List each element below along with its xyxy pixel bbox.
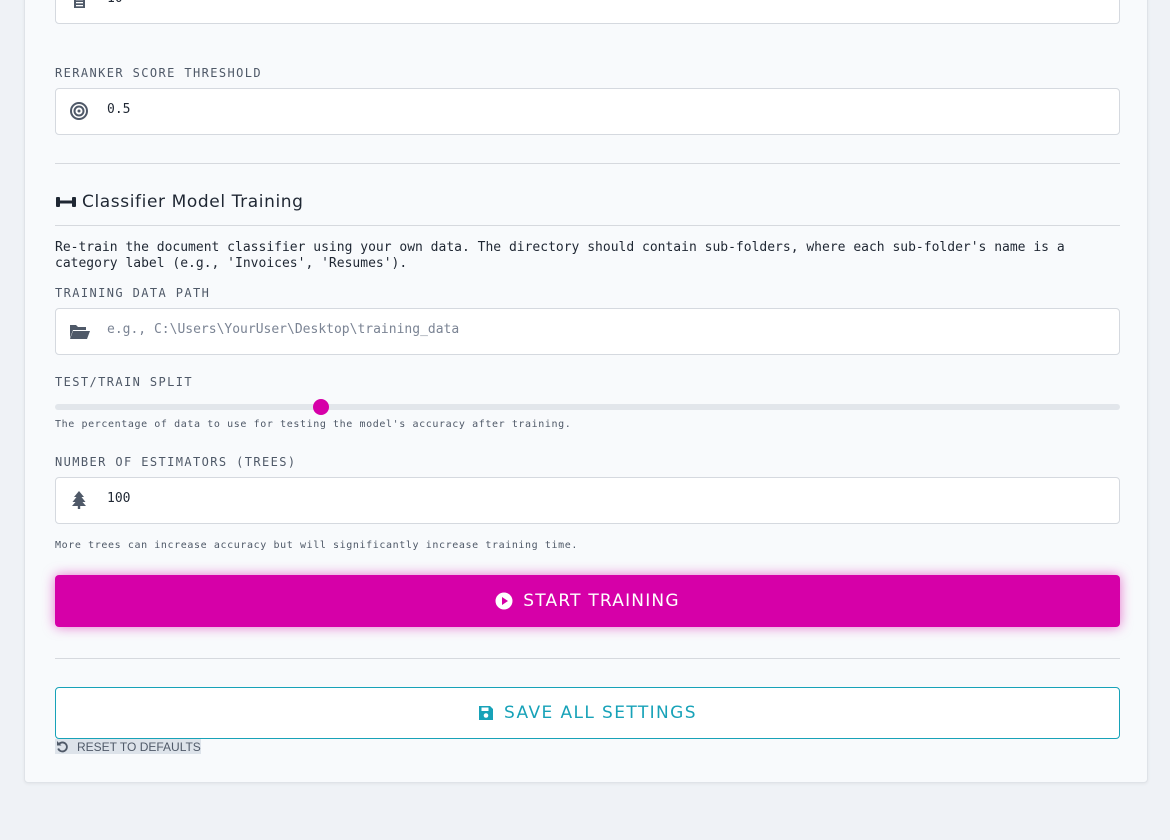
training-description: Re-train the document classifier using y…: [55, 240, 1065, 271]
reset-to-defaults-button[interactable]: RESET TO DEFAULTS: [55, 739, 201, 754]
floppy-disk-icon: [479, 706, 494, 720]
estimators-label: NUMBER OF ESTIMATORS (TREES): [55, 455, 297, 469]
dumbbell-icon: [56, 197, 76, 207]
reset-to-defaults-label: RESET TO DEFAULTS: [77, 739, 201, 754]
split-slider-thumb[interactable]: [313, 399, 330, 415]
file-icon: [74, 0, 85, 8]
reranker-label: RERANKER SCORE THRESHOLD: [55, 66, 262, 80]
split-label: TEST/TRAIN SPLIT: [55, 375, 193, 389]
settings-panel: RERANKER SCORE THRESHOLD Classifier Mode…: [24, 0, 1148, 783]
estimators-field[interactable]: [55, 477, 1120, 524]
top-number-field[interactable]: [55, 0, 1120, 24]
training-section-title: Classifier Model Training: [55, 192, 304, 212]
reranker-input[interactable]: [107, 102, 1097, 117]
save-all-settings-label: SAVE ALL SETTINGS: [504, 703, 697, 723]
play-circle-icon: [495, 592, 513, 610]
top-number-input[interactable]: [107, 0, 1097, 6]
estimators-hint: More trees can increase accuracy but wil…: [55, 540, 579, 551]
section-title-text: Classifier Model Training: [82, 192, 304, 212]
training-data-path-field[interactable]: [55, 308, 1120, 355]
title-underline: [55, 225, 1120, 226]
folder-open-icon: [70, 325, 90, 339]
estimators-input[interactable]: [107, 491, 1097, 506]
undo-icon: [57, 741, 68, 753]
tree-icon: [72, 491, 86, 509]
start-training-button[interactable]: START TRAINING: [55, 575, 1120, 627]
training-data-path-label: TRAINING DATA PATH: [55, 286, 211, 300]
section-divider: [55, 163, 1120, 164]
split-slider[interactable]: [55, 399, 1120, 415]
start-training-label: START TRAINING: [523, 591, 680, 611]
training-data-path-input[interactable]: [107, 322, 1097, 337]
reranker-field[interactable]: [55, 88, 1120, 135]
target-icon: [70, 102, 88, 120]
actions-divider: [55, 658, 1120, 659]
save-all-settings-button[interactable]: SAVE ALL SETTINGS: [55, 687, 1120, 739]
split-hint: The percentage of data to use for testin…: [55, 419, 572, 430]
